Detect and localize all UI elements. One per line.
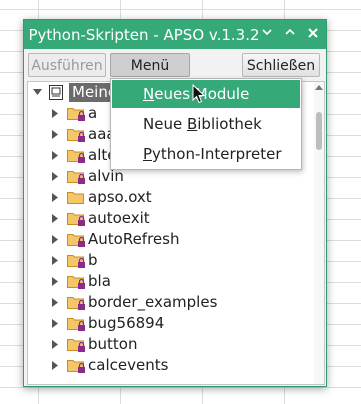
tree-item[interactable]: apso.oxt	[28, 187, 308, 208]
chevron-up-icon[interactable]	[279, 23, 301, 45]
collapsed-triangle-icon[interactable]	[52, 256, 58, 265]
tree-item-label[interactable]: button	[88, 334, 137, 355]
tree-item-label[interactable]: b	[88, 250, 98, 271]
folder-lock-icon	[67, 213, 85, 226]
folder-icon	[67, 192, 84, 204]
scrollbar-thumb[interactable]	[316, 112, 322, 150]
folder-lock-icon	[67, 171, 85, 184]
folder-lock-icon	[67, 150, 85, 163]
title-bar: Python-Skripten - APSO v.1.3.2	[24, 20, 326, 49]
tree-item[interactable]: bug56894	[28, 313, 308, 334]
tree-item[interactable]: calcevents	[28, 355, 308, 376]
folder-lock-icon	[67, 129, 85, 142]
collapsed-triangle-icon[interactable]	[52, 361, 58, 370]
menu-item-new-module[interactable]: Neues Module	[112, 80, 300, 108]
mouse-pointer-icon	[192, 84, 206, 104]
collapsed-triangle-icon[interactable]	[52, 277, 58, 286]
collapsed-triangle-icon[interactable]	[52, 193, 58, 202]
collapsed-triangle-icon[interactable]	[52, 235, 58, 244]
tree-item-label[interactable]: border_examples	[88, 292, 217, 313]
collapsed-triangle-icon[interactable]	[52, 319, 58, 328]
tree-item-label[interactable]: bug56894	[88, 313, 164, 334]
document-icon	[49, 85, 63, 100]
folder-lock-icon	[67, 255, 85, 268]
tree-item-label[interactable]: calcevents	[88, 355, 168, 376]
folder-lock-icon	[67, 108, 85, 121]
menu-item-label: Neue Bibliothek	[143, 115, 262, 133]
menu-button[interactable]: Menü	[110, 53, 190, 77]
menu-dropdown: Neues Module Neue Bibliothek Python-Interp…	[110, 78, 302, 170]
vertical-scrollbar[interactable]	[314, 82, 324, 384]
toolbar: Ausführen Menü Schließen	[24, 49, 326, 81]
menu-item-new-library[interactable]: Neue Bibliothek	[112, 110, 300, 138]
tree-item-label[interactable]: autoexit	[88, 208, 150, 229]
folder-lock-icon	[67, 318, 85, 331]
close-icon[interactable]	[302, 23, 324, 45]
folder-lock-icon	[67, 360, 85, 373]
scroll-up-icon[interactable]	[315, 85, 323, 90]
collapsed-triangle-icon[interactable]	[52, 130, 58, 139]
collapsed-triangle-icon[interactable]	[52, 172, 58, 181]
tree-item[interactable]: button	[28, 334, 308, 355]
run-button[interactable]: Ausführen	[28, 53, 106, 77]
folder-lock-icon	[67, 339, 85, 352]
chevron-down-icon[interactable]	[256, 23, 278, 45]
collapsed-triangle-icon[interactable]	[52, 151, 58, 160]
expanded-triangle-icon[interactable]	[33, 89, 42, 95]
window-title: Python-Skripten - APSO v.1.3.2	[28, 26, 260, 44]
menu-item-python-interpreter[interactable]: Python-Interpreter	[112, 140, 300, 168]
tree-item-label[interactable]: bla	[88, 271, 111, 292]
folder-lock-icon	[67, 297, 85, 310]
tree-item[interactable]: b	[28, 250, 308, 271]
tree-item-label[interactable]: a	[88, 103, 97, 124]
tree-item[interactable]: border_examples	[28, 292, 308, 313]
tree-item[interactable]: bla	[28, 271, 308, 292]
apso-dialog: Python-Skripten - APSO v.1.3.2 Ausführen…	[23, 19, 327, 387]
tree-item-label[interactable]: apso.oxt	[88, 187, 152, 208]
close-button[interactable]: Schließen	[242, 53, 320, 77]
collapsed-triangle-icon[interactable]	[52, 109, 58, 118]
tree-item[interactable]: AutoRefresh	[28, 229, 308, 250]
folder-lock-icon	[67, 234, 85, 247]
collapsed-triangle-icon[interactable]	[52, 298, 58, 307]
collapsed-triangle-icon[interactable]	[52, 214, 58, 223]
menu-item-label: Python-Interpreter	[143, 145, 282, 163]
tree-item[interactable]: autoexit	[28, 208, 308, 229]
folder-lock-icon	[67, 276, 85, 289]
tree-item-label[interactable]: AutoRefresh	[88, 229, 179, 250]
collapsed-triangle-icon[interactable]	[52, 340, 58, 349]
